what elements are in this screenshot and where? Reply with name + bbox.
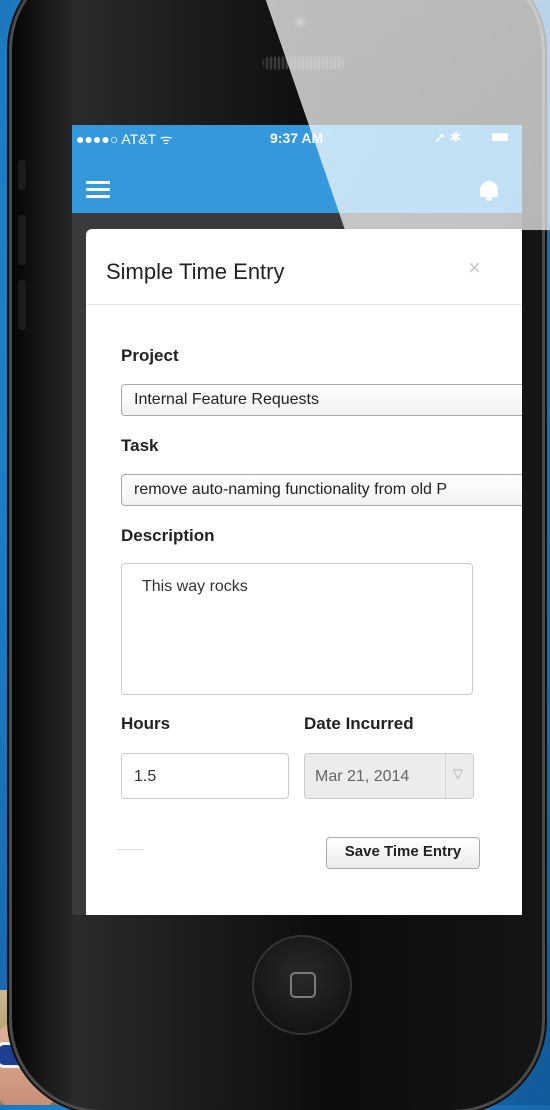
project-select[interactable]: Internal Feature Requests xyxy=(121,384,522,416)
description-textarea[interactable]: This way rocks xyxy=(121,563,473,695)
date-incurred-value: Mar 21, 2014 xyxy=(315,768,410,785)
volume-up-button xyxy=(18,215,26,265)
hours-label: Hours xyxy=(121,714,171,733)
volume-down-button xyxy=(18,280,26,330)
date-incurred-label: Date Incurred xyxy=(304,714,414,733)
hours-input[interactable]: 1.5 xyxy=(121,753,289,799)
description-label: Description xyxy=(121,526,215,545)
chevron-down-icon: ▽ xyxy=(453,766,463,781)
divider-line xyxy=(116,849,144,850)
mute-switch xyxy=(18,160,26,190)
date-select-divider xyxy=(445,754,446,798)
time-entry-modal: Simple Time Entry × Project Internal Fea… xyxy=(86,229,522,915)
close-icon[interactable]: × xyxy=(468,255,481,281)
modal-title: Simple Time Entry xyxy=(106,259,285,284)
project-label: Project xyxy=(121,346,179,365)
modal-header-divider xyxy=(86,304,522,305)
date-incurred-select[interactable]: Mar 21, 2014 ▽ xyxy=(304,753,474,799)
phone-screen: ●●●●○ AT&T ᯤ 9:37 AM ➚ ✱ Simple Time Ent… xyxy=(72,125,522,915)
carrier-signal: ●●●●○ AT&T ᯤ xyxy=(76,131,173,147)
task-label: Task xyxy=(121,436,159,455)
task-select[interactable]: remove auto-naming functionality from ol… xyxy=(121,474,522,506)
save-time-entry-button[interactable]: Save Time Entry xyxy=(326,837,480,869)
hamburger-menu-icon[interactable] xyxy=(86,181,110,199)
home-square-icon xyxy=(290,972,316,998)
phone-frame: ●●●●○ AT&T ᯤ 9:37 AM ➚ ✱ Simple Time Ent… xyxy=(12,0,550,1110)
